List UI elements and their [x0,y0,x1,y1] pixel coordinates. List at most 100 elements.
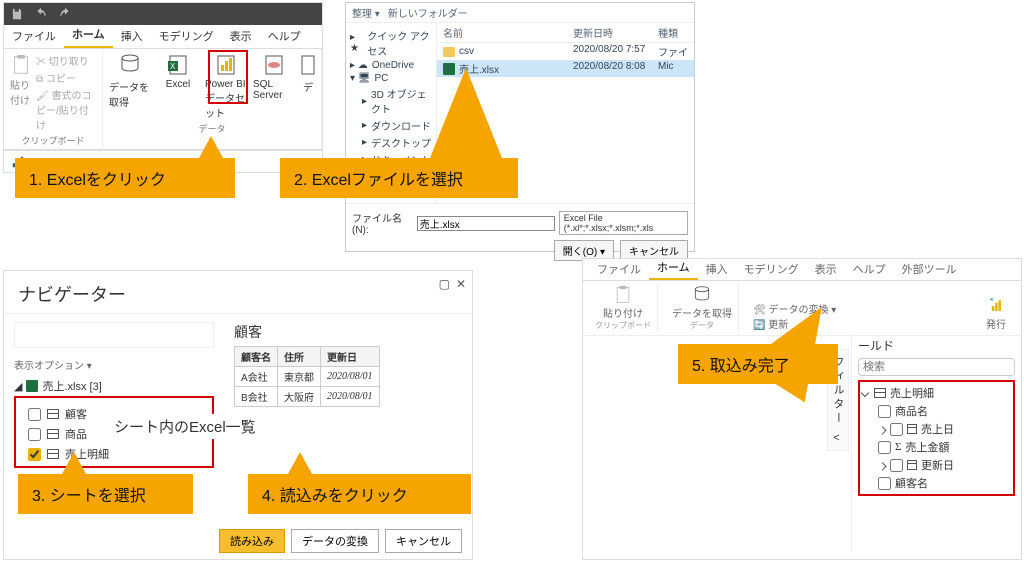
navigator-preview: 顧客 顧客名 住所 更新日 A会社 東京都 2020/08/01 B会社 大阪府… [224,314,472,476]
field-checkbox[interactable] [878,477,891,490]
fields-header: ールド [858,337,1015,354]
sheet-checkbox[interactable] [28,428,41,441]
expand-icon[interactable]: ▢ [439,277,450,291]
sidebar-downloads[interactable]: ▸ ダウンロード [350,117,432,134]
col-date[interactable]: 更新日時 [573,25,658,40]
sigma-icon [895,441,901,453]
redo-icon[interactable] [58,7,72,21]
file-icon [296,53,320,77]
field-checkbox[interactable] [878,441,891,454]
file-list-header: 名前 更新日時 種類 [437,23,694,43]
table-icon [47,429,59,439]
col-type[interactable]: 種類 [658,25,688,40]
field-item[interactable]: 商品名 [862,402,1011,420]
toolbar-organize[interactable]: 整理 ▾ [352,5,380,20]
cut-button[interactable]: ✂ 切り取り [36,53,96,68]
xlsx-icon [26,380,38,392]
tab-insert[interactable]: 挿入 [113,24,151,48]
powerbi-ribbon-top-left: ファイル ホーム 挿入 モデリング 表示 ヘルプ 貼り付け ✂ 切り取り ⧉ コ… [3,2,323,173]
ribbon-tabs-5: ファイル ホーム 挿入 モデリング 表示 ヘルプ 外部ツール [583,259,1021,281]
sql-icon [262,53,286,77]
field-item[interactable]: 売上日 [862,420,1011,438]
file-row-folder[interactable]: csv 2020/08/20 7:57 ファイ [437,43,694,60]
copy-button[interactable]: ⧉ コピー [36,70,96,85]
callout-step-2: 2. Excelファイルを選択 [280,158,518,198]
sidebar-desktop[interactable]: ▸ デスクトップ [350,134,432,151]
tab-insert[interactable]: 挿入 [698,258,736,280]
cell: 2020/08/01 [321,367,380,387]
tab-home[interactable]: ホーム [64,22,113,48]
tab-file[interactable]: ファイル [589,258,649,280]
tab-modeling[interactable]: モデリング [151,24,222,48]
cell: 東京都 [278,367,321,387]
navigator-title: ナビゲーター [4,275,472,314]
tab-modeling[interactable]: モデリング [736,258,807,280]
close-icon[interactable]: ✕ [456,277,466,291]
navigator-tree-panel: 表示オプション ▾ ◢ 売上.xlsx [3] 顧客 商品 売上明細 [4,314,224,476]
fields-search[interactable] [858,358,1015,376]
annotation-sheet-list: シート内のExcel一覧 [108,414,262,439]
display-options[interactable]: 表示オプション ▾ [14,357,214,372]
paste-button[interactable]: 貼り付け [10,53,32,132]
excel-button[interactable]: X Excel [157,53,199,120]
sidebar-3dobjects[interactable]: ▸ 3D オブジェクト [350,85,432,117]
field-item[interactable]: 売上金額 [862,438,1011,456]
filename-input[interactable] [417,216,555,231]
field-checkbox[interactable] [878,405,891,418]
folder-icon [443,47,455,57]
tab-help[interactable]: ヘルプ [845,258,894,280]
tab-view[interactable]: 表示 [222,24,260,48]
load-button[interactable]: 読み込み [219,529,285,553]
paste-button-5[interactable]: 貼り付け クリップボード [589,285,658,331]
callout-step-3: 3. シートを選択 [18,474,193,514]
preview-title: 顧客 [234,322,462,342]
sql-server-button[interactable]: SQL Server [253,53,295,120]
chevron-icon [878,462,886,470]
col-header[interactable]: 住所 [278,347,321,367]
more-data-button[interactable]: デ [301,53,315,120]
table-icon [874,388,886,398]
fields-table-node[interactable]: 売上明細 [862,384,1011,402]
file-filter-dropdown[interactable]: Excel File (*.xl*;*.xlsx;*.xlsm;*.xls [559,211,688,235]
col-header[interactable]: 更新日 [321,347,380,367]
sidebar-onedrive[interactable]: ▸ ☁ OneDrive [350,59,432,72]
callout-step-1: 1. Excelをクリック [15,158,235,198]
sheet-item[interactable]: 売上明細 [18,444,210,464]
calendar-icon [907,424,917,434]
sheet-checkbox[interactable] [28,448,41,461]
clipboard-icon [610,285,636,305]
col-header[interactable]: 顧客名 [235,347,278,367]
field-checkbox[interactable] [890,423,903,436]
navigator-file-node[interactable]: ◢ 売上.xlsx [3] [14,378,214,394]
cell: 大阪府 [278,387,321,407]
format-painter-button[interactable]: 🖌 書式のコピー/貼り付け [36,87,96,132]
toolbar-new-folder[interactable]: 新しいフォルダー [388,5,468,20]
fields-pane: ールド 売上明細 商品名 売上日 売上金額 更新日 顧客名 [851,333,1021,553]
publish-icon [983,296,1009,316]
sheet-checkbox[interactable] [28,408,41,421]
field-checkbox[interactable] [890,459,903,472]
cell: 2020/08/01 [321,387,380,407]
get-data-button-5[interactable]: データを取得 データ [666,285,739,331]
tab-file[interactable]: ファイル [4,24,64,48]
save-icon[interactable] [10,7,24,21]
get-data-button[interactable]: データを取得 [109,53,151,120]
navigator-buttons: 読み込み データの変換 キャンセル [219,529,462,553]
undo-icon[interactable] [34,7,48,21]
field-item[interactable]: 更新日 [862,456,1011,474]
navigator-search[interactable] [14,322,214,348]
tab-external[interactable]: 外部ツール [894,258,965,280]
field-item[interactable]: 顧客名 [862,474,1011,492]
tab-help[interactable]: ヘルプ [260,24,309,48]
window-quickaccess-bar [4,3,322,25]
callout-step-4: 4. 読込みをクリック [248,474,471,514]
cancel-button[interactable]: キャンセル [385,529,462,553]
publish-button[interactable]: 発行 [977,296,1015,331]
tab-view[interactable]: 表示 [807,258,845,280]
tab-home[interactable]: ホーム [649,256,698,280]
highlight-fields-tree: 売上明細 商品名 売上日 売上金額 更新日 顧客名 [858,380,1015,496]
sidebar-pc[interactable]: ▾ 🖥 PC [350,72,432,85]
transform-button[interactable]: データの変換 [291,529,379,553]
sidebar-quickaccess[interactable]: ▸ ★ クイック アクセス [350,27,432,59]
col-name[interactable]: 名前 [443,25,573,40]
